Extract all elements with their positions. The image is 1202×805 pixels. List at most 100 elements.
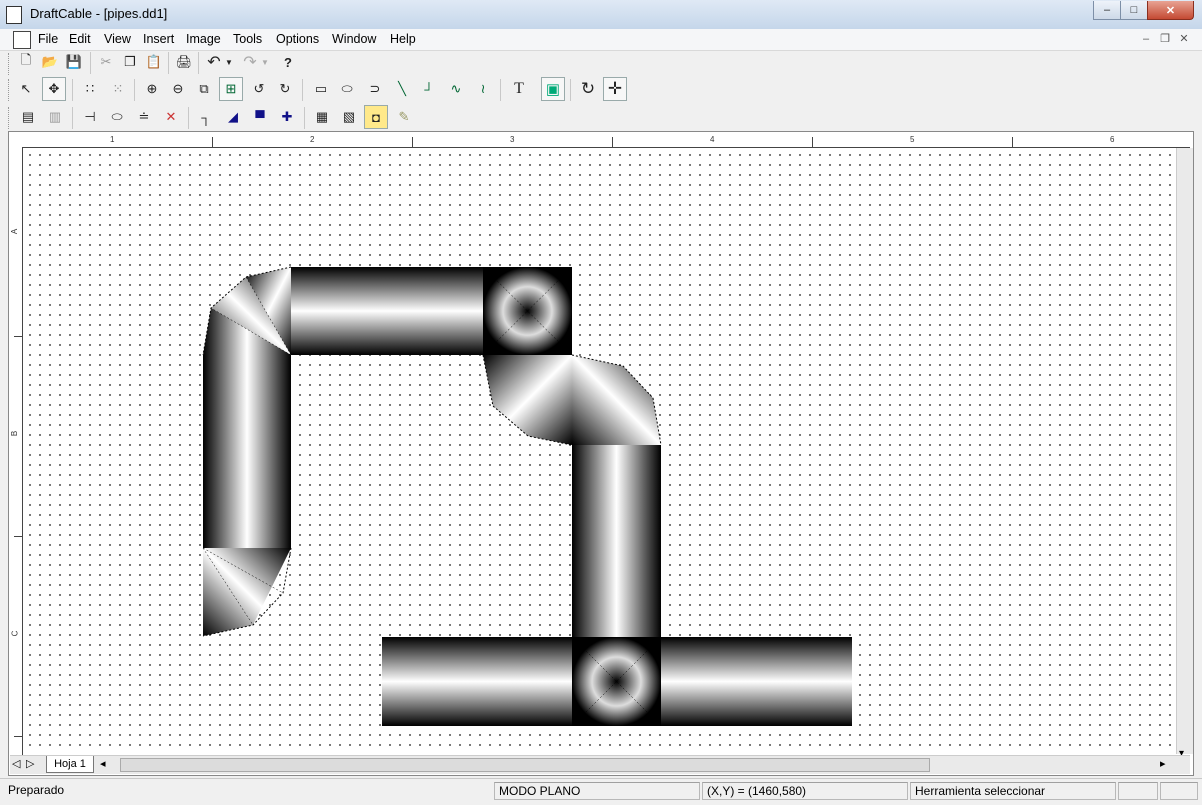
paste-icon[interactable]: 📋 — [142, 50, 166, 74]
menu-view[interactable]: View — [104, 32, 131, 46]
cross-delete-icon[interactable]: ✕ — [159, 105, 183, 129]
line-tool-icon[interactable]: ╲ — [390, 77, 414, 101]
pipe-horizontal-bottom-left[interactable] — [382, 637, 572, 726]
sheet-next-icon[interactable]: ▷ — [26, 757, 34, 770]
menu-window[interactable]: Window — [332, 32, 376, 46]
mdi-minimize-button[interactable]: – — [1138, 32, 1154, 46]
pipe-horizontal-top[interactable] — [291, 267, 483, 355]
horizontal-ruler: 1 2 3 4 5 6 — [22, 133, 1190, 148]
s-bend-middle[interactable] — [482, 354, 662, 446]
copy-icon[interactable]: ❐ — [118, 50, 142, 74]
menu-bar: File Edit View Insert Image Tools Option… — [0, 29, 1202, 51]
ruler-label-4: 4 — [710, 135, 715, 144]
ruler-label-c: C — [10, 630, 20, 637]
save-icon[interactable]: 💾 — [62, 50, 86, 74]
elbow-top-left[interactable] — [202, 266, 292, 356]
mdi-close-button[interactable]: ✕ — [1176, 32, 1192, 46]
status-extra-1 — [1118, 782, 1158, 800]
vertical-ruler: A B C — [10, 147, 23, 755]
status-extra-2 — [1160, 782, 1198, 800]
menu-help[interactable]: Help — [390, 32, 416, 46]
grid-dots-icon[interactable]: ∷ — [78, 77, 102, 101]
menu-insert[interactable]: Insert — [143, 32, 174, 46]
arc-tool-icon[interactable]: ⊃ — [363, 77, 387, 101]
document-icon[interactable] — [13, 31, 31, 49]
step-blue-icon[interactable]: ▀ — [248, 105, 272, 129]
window-title: DraftCable - [pipes.dd1] — [30, 6, 168, 21]
zoom-fit-icon[interactable]: ⊞ — [219, 77, 243, 101]
ruler-label-6: 6 — [1110, 135, 1115, 144]
close-button[interactable]: ✕ — [1147, 1, 1194, 20]
pipes-drawing — [202, 266, 852, 727]
camera-icon[interactable]: ◘ — [364, 105, 388, 129]
ruler-label-a: A — [10, 228, 20, 235]
select-arrow-icon[interactable]: ↖ — [14, 77, 38, 101]
menu-image[interactable]: Image — [186, 32, 221, 46]
node-icon[interactable]: ✚ — [275, 105, 299, 129]
ruler-label-2: 2 — [310, 135, 315, 144]
horizontal-scroll-thumb[interactable] — [120, 758, 930, 772]
move-icon[interactable]: ✥ — [42, 77, 66, 101]
ruler-label-5: 5 — [910, 135, 915, 144]
text-tool-icon[interactable]: T — [507, 77, 531, 101]
zoom-out-icon[interactable]: ⊖ — [166, 77, 190, 101]
spline-tool-icon[interactable]: ≀ — [471, 77, 495, 101]
curve-tool-icon[interactable]: ∿ — [444, 77, 468, 101]
sheet-tab-bar: ◁ ▷ ◂ ▸ — [10, 755, 1190, 774]
undo-dropdown-icon[interactable]: ▼ — [222, 50, 236, 74]
pan-right-icon[interactable]: ↻ — [273, 77, 297, 101]
joint-bottom-tee[interactable] — [571, 636, 662, 727]
slope-line-icon[interactable]: ◢ — [221, 105, 245, 129]
status-mode: MODO PLANO — [494, 782, 700, 800]
step-line-icon[interactable]: ┐ — [194, 105, 218, 129]
sheet-tab-hoja-1[interactable]: Hoja 1 — [46, 756, 94, 773]
pipe-vertical-left[interactable] — [203, 355, 291, 548]
vertical-scrollbar[interactable]: ▾ — [1176, 148, 1193, 759]
component-b-icon[interactable]: ▥ — [43, 105, 67, 129]
open-folder-icon[interactable]: 📂 — [38, 50, 62, 74]
cut-icon[interactable]: ✂ — [94, 50, 118, 74]
ruler-label-1: 1 — [110, 135, 115, 144]
ellipse-tool-icon[interactable]: ⬭ — [335, 77, 359, 101]
menu-edit[interactable]: Edit — [69, 32, 91, 46]
component-a-icon[interactable]: ▤ — [16, 105, 40, 129]
menu-options[interactable]: Options — [276, 32, 319, 46]
pipe-horizontal-bottom-right[interactable] — [661, 637, 852, 726]
status-bar: Preparado MODO PLANO (X,Y) = (1460,580) … — [0, 778, 1202, 805]
rectangle-tool-icon[interactable]: ▭ — [309, 77, 333, 101]
redo-dropdown-icon[interactable]: ▼ — [258, 50, 272, 74]
image-tool-icon[interactable]: ▣ — [541, 77, 565, 101]
drawing-canvas[interactable] — [23, 148, 1189, 754]
ellipse-connector-icon[interactable]: ⬭ — [105, 105, 129, 129]
menu-file[interactable]: File — [38, 32, 58, 46]
menu-tools[interactable]: Tools — [233, 32, 262, 46]
scroll-right-icon[interactable]: ▸ — [1160, 757, 1166, 770]
joint-top-right[interactable] — [482, 266, 573, 356]
maximize-button[interactable]: □ — [1120, 1, 1148, 20]
fish-connector-icon[interactable]: ≐ — [132, 105, 156, 129]
move-cross-icon[interactable]: ✛ — [603, 77, 627, 101]
zoom-in-icon[interactable]: ⊕ — [140, 77, 164, 101]
ruler-label-b: B — [10, 430, 20, 437]
mdi-restore-button[interactable]: ❐ — [1157, 32, 1173, 46]
pen-icon[interactable]: ✎ — [392, 105, 416, 129]
print-icon[interactable]: 🖨 — [172, 50, 196, 74]
minimize-button[interactable]: – — [1093, 1, 1121, 20]
new-file-icon[interactable]: 🗋 — [14, 50, 38, 74]
sheet-a-icon[interactable]: ▦ — [310, 105, 334, 129]
terminal-icon[interactable]: ⊣ — [78, 105, 102, 129]
scroll-left-icon[interactable]: ◂ — [100, 757, 106, 770]
pipe-vertical-right[interactable] — [572, 445, 661, 637]
pan-left-icon[interactable]: ↺ — [247, 77, 271, 101]
sheet-b-icon[interactable]: ▧ — [337, 105, 361, 129]
grid-fine-icon[interactable]: ⁙ — [106, 77, 130, 101]
elbow-bottom-left[interactable] — [202, 547, 292, 637]
help-icon[interactable]: ? — [276, 50, 300, 74]
app-icon — [6, 6, 22, 24]
zoom-window-icon[interactable]: ⧉ — [192, 77, 216, 101]
sheet-prev-icon[interactable]: ◁ — [12, 757, 20, 770]
rotate-icon[interactable]: ↻ — [576, 77, 600, 101]
polyline-tool-icon[interactable]: ┘ — [417, 77, 441, 101]
status-tool: Herramienta seleccionar — [910, 782, 1116, 800]
ruler-label-3: 3 — [510, 135, 515, 144]
